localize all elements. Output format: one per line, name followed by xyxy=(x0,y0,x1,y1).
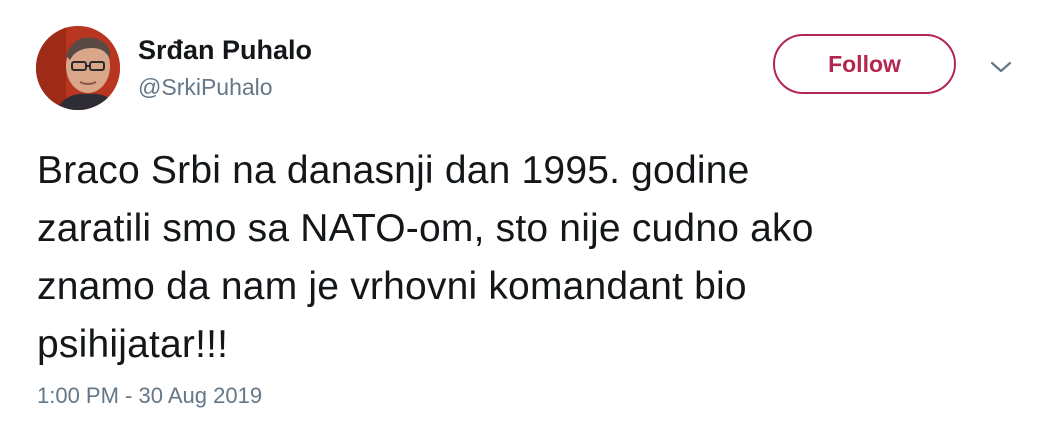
avatar[interactable] xyxy=(36,26,120,110)
user-avatar-photo-icon xyxy=(36,26,120,110)
tweet-card: Srđan Puhalo @SrkiPuhalo Follow Braco Sr… xyxy=(0,0,1047,422)
tweet-timestamp[interactable]: 1:00 PM - 30 Aug 2019 xyxy=(37,382,262,410)
author-handle[interactable]: @SrkiPuhalo xyxy=(138,73,273,101)
chevron-down-icon[interactable] xyxy=(988,56,1014,78)
tweet-text: Braco Srbi na danasnji dan 1995. godine … xyxy=(37,149,814,366)
author-display-name[interactable]: Srđan Puhalo xyxy=(138,34,312,66)
follow-button[interactable]: Follow xyxy=(773,34,956,94)
